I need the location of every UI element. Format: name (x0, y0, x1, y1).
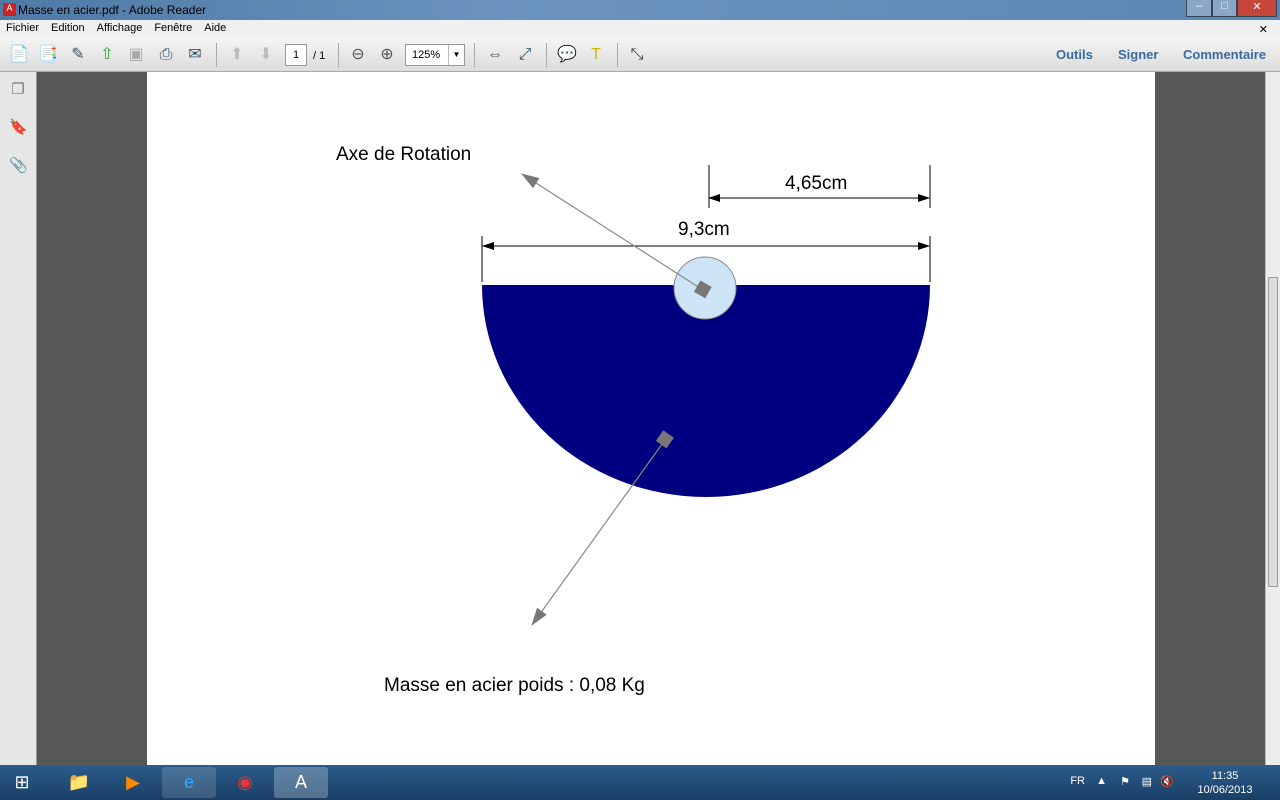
action-center-flag-icon[interactable]: ⚑ (1120, 775, 1130, 788)
date: 10/06/2013 (1197, 784, 1253, 796)
language-indicator[interactable]: FR (1070, 775, 1085, 787)
axis-label: Axe de Rotation (336, 144, 471, 165)
scrollbar-thumb[interactable] (1268, 277, 1278, 587)
adobe-reader-taskbar-icon[interactable]: A (274, 767, 328, 798)
start-button[interactable]: ⊞ (0, 767, 44, 798)
vertical-scrollbar[interactable] (1265, 72, 1280, 765)
internet-explorer-taskbar-icon[interactable]: e (162, 767, 216, 798)
drawing: Axe de Rotation 4,65cm 9,3cm Masse en ac… (336, 144, 931, 696)
mass-label: Masse en acier poids : 0,08 Kg (384, 675, 645, 696)
taskbar: ⊞ 📁 ▶ e ◉ A FR ▲ ⚑ ▤ 🔇 11:35 10/06/2013 (0, 765, 1280, 800)
clock[interactable]: 11:35 10/06/2013 (1190, 769, 1260, 797)
volume-muted-icon[interactable]: 🔇 (1160, 775, 1174, 788)
time: 11:35 (1211, 770, 1239, 782)
explorer-taskbar-icon[interactable]: 📁 (52, 767, 106, 798)
radius-label: 4,65cm (785, 173, 847, 194)
media-player-taskbar-icon[interactable]: ▶ (106, 767, 160, 798)
axis-pointer-arrow (521, 173, 704, 291)
show-hidden-icons-icon[interactable]: ▲ (1096, 775, 1107, 787)
diameter-label: 9,3cm (678, 219, 730, 240)
chrome-taskbar-icon[interactable]: ◉ (218, 767, 272, 798)
network-icon[interactable]: ▤ (1142, 775, 1152, 788)
